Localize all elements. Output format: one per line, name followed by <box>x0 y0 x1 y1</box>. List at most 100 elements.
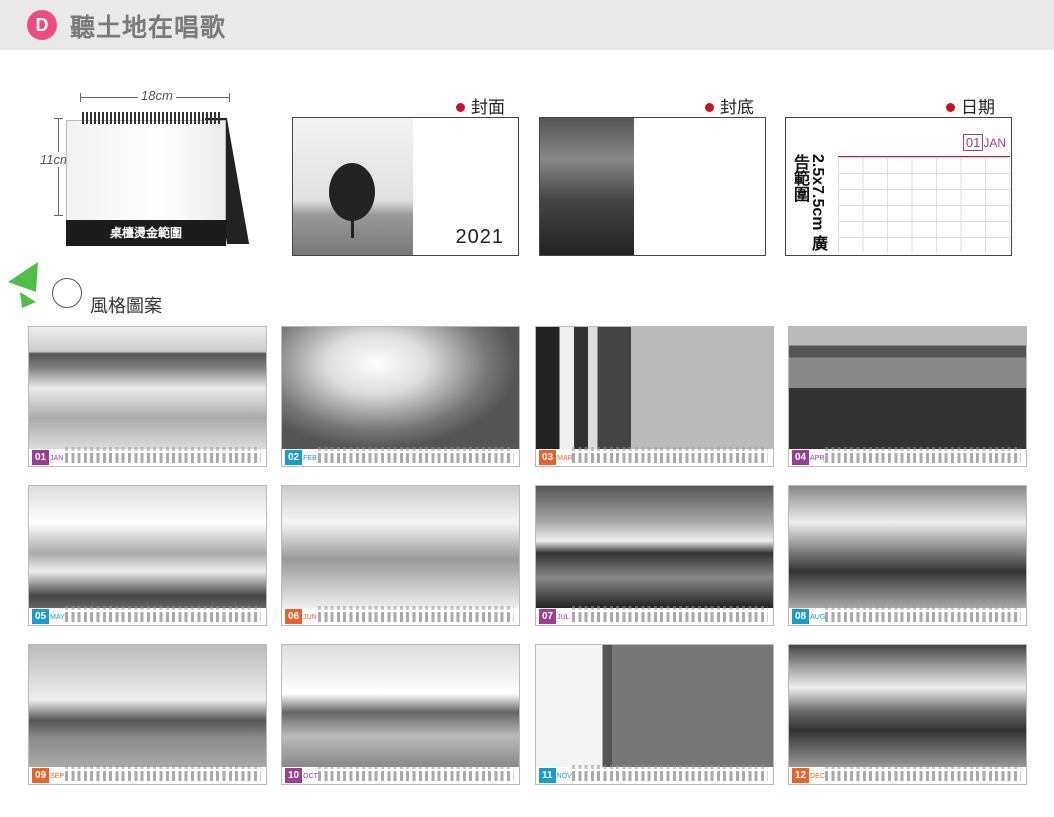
month-photo <box>536 486 773 608</box>
month-number: 12 <box>792 768 810 783</box>
day-strip <box>825 765 1021 781</box>
day-strip <box>572 765 768 781</box>
cover-label: 封面 <box>456 93 505 118</box>
month-photo <box>789 327 1026 449</box>
back-preview[interactable] <box>539 117 766 256</box>
month-name: APR <box>810 455 825 462</box>
mini-month-label: 01 JAN <box>962 134 1006 151</box>
month-photo <box>29 486 266 608</box>
month-card[interactable]: 10 OCT <box>281 644 520 785</box>
month-caption: 01 JAN <box>32 450 64 465</box>
month-caption: 08 AUG <box>792 609 826 624</box>
section-badge: D <box>27 10 57 40</box>
back-photo <box>540 118 634 255</box>
month-caption: 04 APR <box>792 450 825 465</box>
width-label: 18cm <box>138 88 176 103</box>
month-caption: 12 DEC <box>792 768 825 783</box>
month-name: DEC <box>810 773 825 780</box>
month-card[interactable]: 11 NOV <box>535 644 774 785</box>
date-preview[interactable]: 2.5x7.5cm 廣告範圍 01 JAN <box>785 117 1012 256</box>
month-photo <box>29 327 266 449</box>
month-name: MAY <box>50 614 65 621</box>
month-caption: 02 FEB <box>285 450 317 465</box>
month-card[interactable]: 03 MAR <box>535 326 774 467</box>
month-name: JUL <box>557 614 570 621</box>
red-dot-icon <box>705 103 714 113</box>
binding-rings <box>82 112 222 124</box>
cover-preview[interactable]: 2021 <box>292 117 519 256</box>
month-caption: 10 OCT <box>285 768 318 783</box>
month-card[interactable]: 07 JUL <box>535 485 774 626</box>
month-card[interactable]: 09 SEP <box>28 644 267 785</box>
style-section-label: 風格圖案 <box>90 296 162 316</box>
header-bar: D 聽土地在唱歌 <box>0 0 1054 50</box>
back-label: 封底 <box>705 93 754 118</box>
month-caption: 03 MAR <box>539 450 573 465</box>
height-dimension-line <box>54 118 63 216</box>
month-caption: 09 SEP <box>32 768 65 783</box>
month-photo <box>789 486 1026 608</box>
month-card[interactable]: 06 JUN <box>281 485 520 626</box>
month-card[interactable]: 01 JAN <box>28 326 267 467</box>
month-name: AUG <box>810 614 826 621</box>
red-dot-icon <box>456 103 465 113</box>
month-name: NOV <box>556 773 572 780</box>
month-number: 07 <box>539 609 557 624</box>
red-dot-icon <box>946 103 955 113</box>
desk-calendar-illustration: 桌檯燙金範圍 <box>66 112 250 246</box>
month-caption: 05 MAY <box>32 609 65 624</box>
month-caption: 06 JUN <box>285 609 317 624</box>
day-strip <box>65 447 261 463</box>
mini-calendar-grid <box>838 156 1010 253</box>
girl-face-icon <box>52 278 82 308</box>
month-photo <box>282 327 519 449</box>
ad-area-text: 2.5x7.5cm 廣告範圍 <box>791 154 826 251</box>
month-card[interactable]: 08 AUG <box>788 485 1027 626</box>
day-strip <box>825 606 1021 622</box>
month-number: 02 <box>285 450 303 465</box>
month-name: JUN <box>303 614 317 621</box>
page-title: 聽土地在唱歌 <box>70 14 227 42</box>
month-caption: 11 NOV <box>539 768 572 783</box>
month-number: 09 <box>32 768 50 783</box>
base-text: 桌檯燙金範圍 <box>66 220 226 246</box>
month-photo <box>536 645 773 767</box>
month-name: FEB <box>303 455 317 462</box>
day-strip <box>825 447 1021 463</box>
month-photo <box>282 486 519 608</box>
month-caption: 07 JUL <box>539 609 570 624</box>
month-number: 11 <box>539 768 556 783</box>
cover-photo <box>293 118 413 255</box>
month-number: 05 <box>32 609 50 624</box>
tree-shape <box>329 163 375 221</box>
month-name: SEP <box>50 773 65 780</box>
style-section-icon <box>8 262 52 313</box>
mini-calendar: 01 JAN <box>838 134 1010 253</box>
month-photo <box>282 645 519 767</box>
month-number: 03 <box>539 450 557 465</box>
month-number: 01 <box>32 450 50 465</box>
month-card[interactable]: 05 MAY <box>28 485 267 626</box>
month-photo <box>536 327 773 449</box>
day-strip <box>65 765 261 781</box>
month-card[interactable]: 02 FEB <box>281 326 520 467</box>
cover-year: 2021 <box>455 226 504 248</box>
month-name: OCT <box>303 773 318 780</box>
tree-trunk <box>351 216 354 238</box>
month-number: 10 <box>285 768 303 783</box>
date-label: 日期 <box>946 93 995 118</box>
month-card[interactable]: 04 APR <box>788 326 1027 467</box>
month-photo <box>789 645 1026 767</box>
month-number: 06 <box>285 609 303 624</box>
day-strip <box>318 447 514 463</box>
month-name: MAR <box>557 455 573 462</box>
month-photo <box>29 645 266 767</box>
month-name: JAN <box>50 455 64 462</box>
month-card[interactable]: 12 DEC <box>788 644 1027 785</box>
day-strip <box>318 606 514 622</box>
month-number: 08 <box>792 609 810 624</box>
day-strip <box>65 606 261 622</box>
day-strip <box>572 447 768 463</box>
month-number: 04 <box>792 450 810 465</box>
day-strip <box>572 606 768 622</box>
